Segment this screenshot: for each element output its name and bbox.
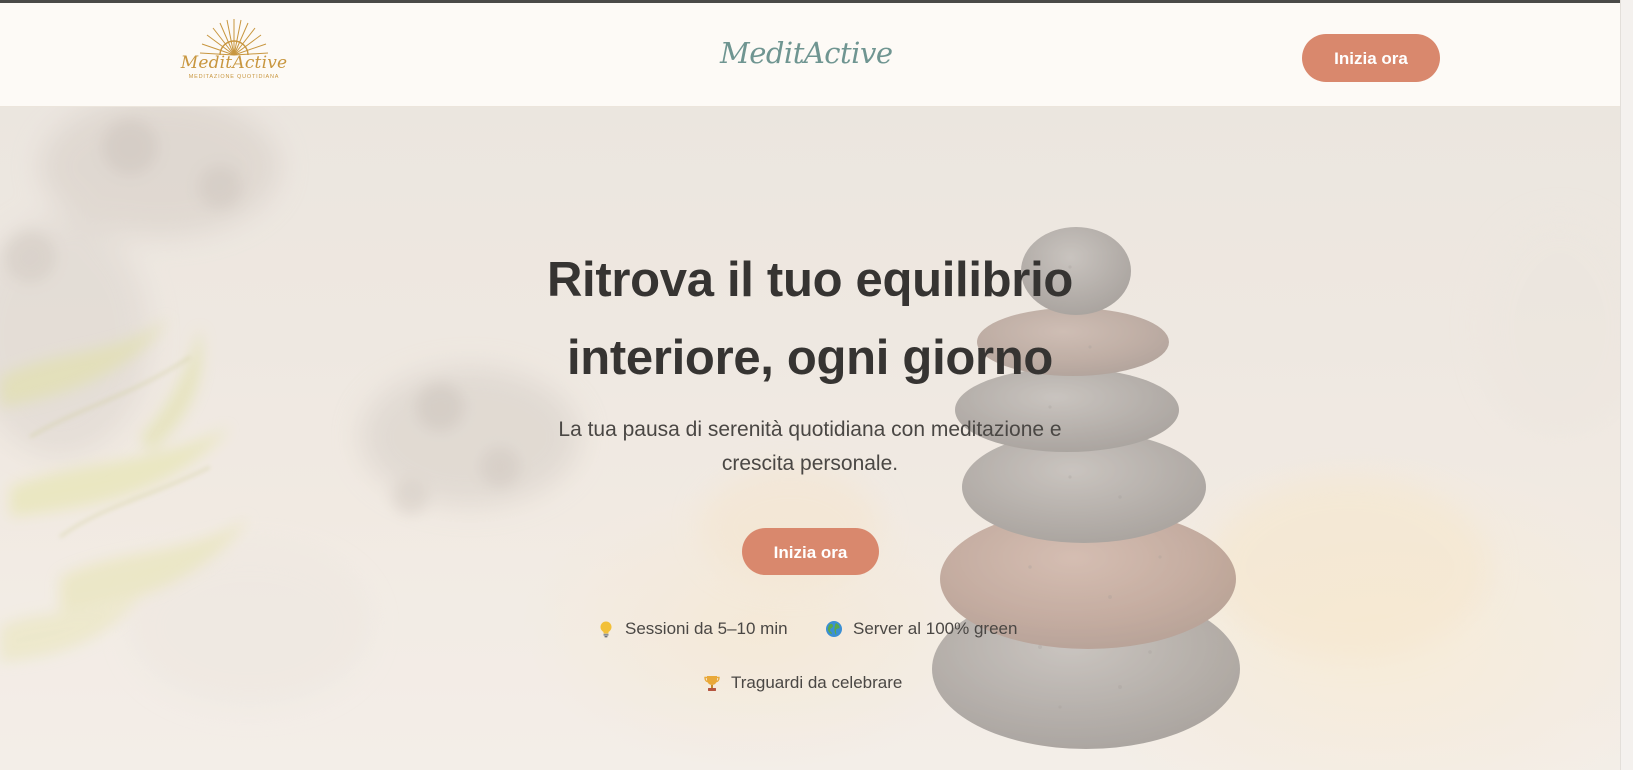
- hero-title: Ritrova il tuo equilibrio interiore, ogn…: [480, 241, 1140, 397]
- trophy-icon: [704, 676, 720, 691]
- logo-wordmark: MeditActive: [180, 53, 288, 73]
- feature-milestones: Traguardi da celebrare: [702, 673, 902, 693]
- header-cta-button[interactable]: Inizia ora: [1302, 34, 1440, 82]
- page: MeditActive MEDITAZIONE QUOTIDIANA Medit…: [0, 0, 1633, 770]
- hero-title-line-1: Ritrova il tuo equilibrio: [546, 253, 1074, 307]
- feature-session-length: Sessioni da 5–10 min: [596, 619, 788, 639]
- brand-name[interactable]: MeditActive: [720, 31, 893, 75]
- sunburst-icon: [199, 19, 269, 56]
- scrollbar[interactable]: [1620, 0, 1633, 770]
- site-header: MeditActive MEDITAZIONE QUOTIDIANA Medit…: [0, 0, 1620, 107]
- logo[interactable]: MeditActive MEDITAZIONE QUOTIDIANA: [181, 17, 287, 93]
- lightbulb-icon: [600, 621, 612, 638]
- feature-green-server: Server al 100% green: [824, 619, 1017, 639]
- hero-title-line-2: interiore, ogni giorno: [566, 331, 1054, 385]
- hero-cta-button[interactable]: Inizia ora: [742, 528, 879, 575]
- globe-icon: [826, 621, 842, 637]
- hero-subtitle-line-2: crescita personale.: [721, 452, 899, 475]
- feature-label: Traguardi da celebrare: [731, 673, 903, 692]
- hero-subtitle-line-1: La tua pausa di serenità quotidiana con …: [558, 418, 1062, 441]
- feature-label: Sessioni da 5–10 min: [625, 619, 788, 638]
- feature-label: Server al 100% green: [853, 619, 1018, 638]
- hero-subtitle: La tua pausa di serenità quotidiana con …: [510, 413, 1110, 481]
- hero-section: Ritrova il tuo equilibrio interiore, ogn…: [0, 107, 1620, 770]
- logo-tagline: MEDITAZIONE QUOTIDIANA: [188, 74, 280, 80]
